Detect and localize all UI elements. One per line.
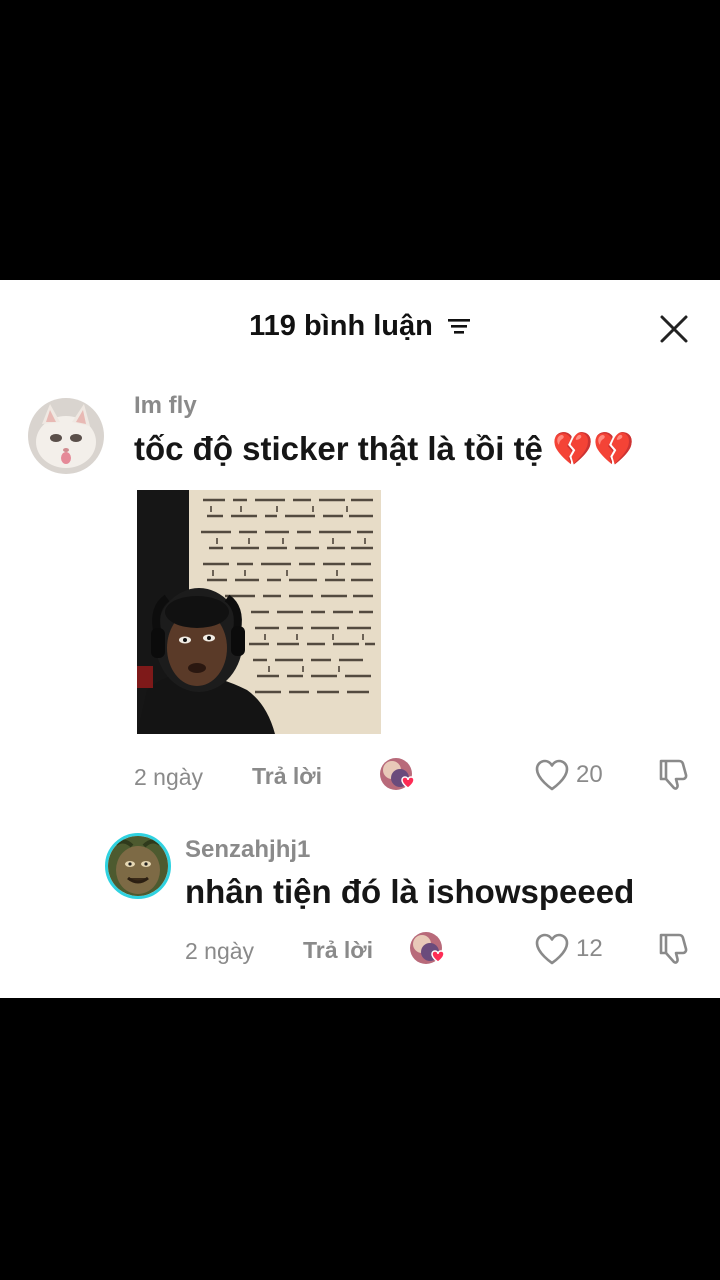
comment-username[interactable]: Im fly [134,392,197,420]
comments-title[interactable]: 119 bình luận [0,310,720,344]
comment-text: tốc độ sticker thật là tồi tệ 💔💔 [134,430,635,467]
comment-timestamp: 2 ngày [134,764,204,790]
reply-button[interactable]: Trả lời [252,763,322,790]
reply-dislike-icon[interactable] [655,931,691,972]
reply-reply-button[interactable]: Trả lời [303,937,373,964]
comments-panel: 119 bình luận Im fly tốc độ sticker thật… [0,280,720,998]
reply-text: nhân tiện đó là ishowspeeed [185,873,635,910]
comment-count-label: 119 bình luận [249,310,433,342]
close-icon[interactable] [658,313,690,345]
reply-creator-liked-icon [408,930,448,970]
comments-header: 119 bình luận [0,280,720,376]
reply-like-count: 12 [576,935,603,962]
dislike-icon[interactable] [655,757,691,798]
reply-like-button[interactable]: 12 [534,932,603,966]
avatar[interactable] [28,398,104,474]
reply-avatar[interactable] [105,833,171,899]
filter-lines-icon[interactable] [447,311,471,344]
heart-outline-icon[interactable] [534,758,570,792]
heart-outline-icon[interactable] [534,932,570,966]
reply-username[interactable]: Senzahjhj1 [185,836,310,864]
like-count: 20 [576,761,603,788]
like-button[interactable]: 20 [534,758,603,792]
reply-timestamp: 2 ngày [185,938,255,964]
comment-sticker-image[interactable] [137,490,381,734]
creator-liked-icon [378,756,418,796]
